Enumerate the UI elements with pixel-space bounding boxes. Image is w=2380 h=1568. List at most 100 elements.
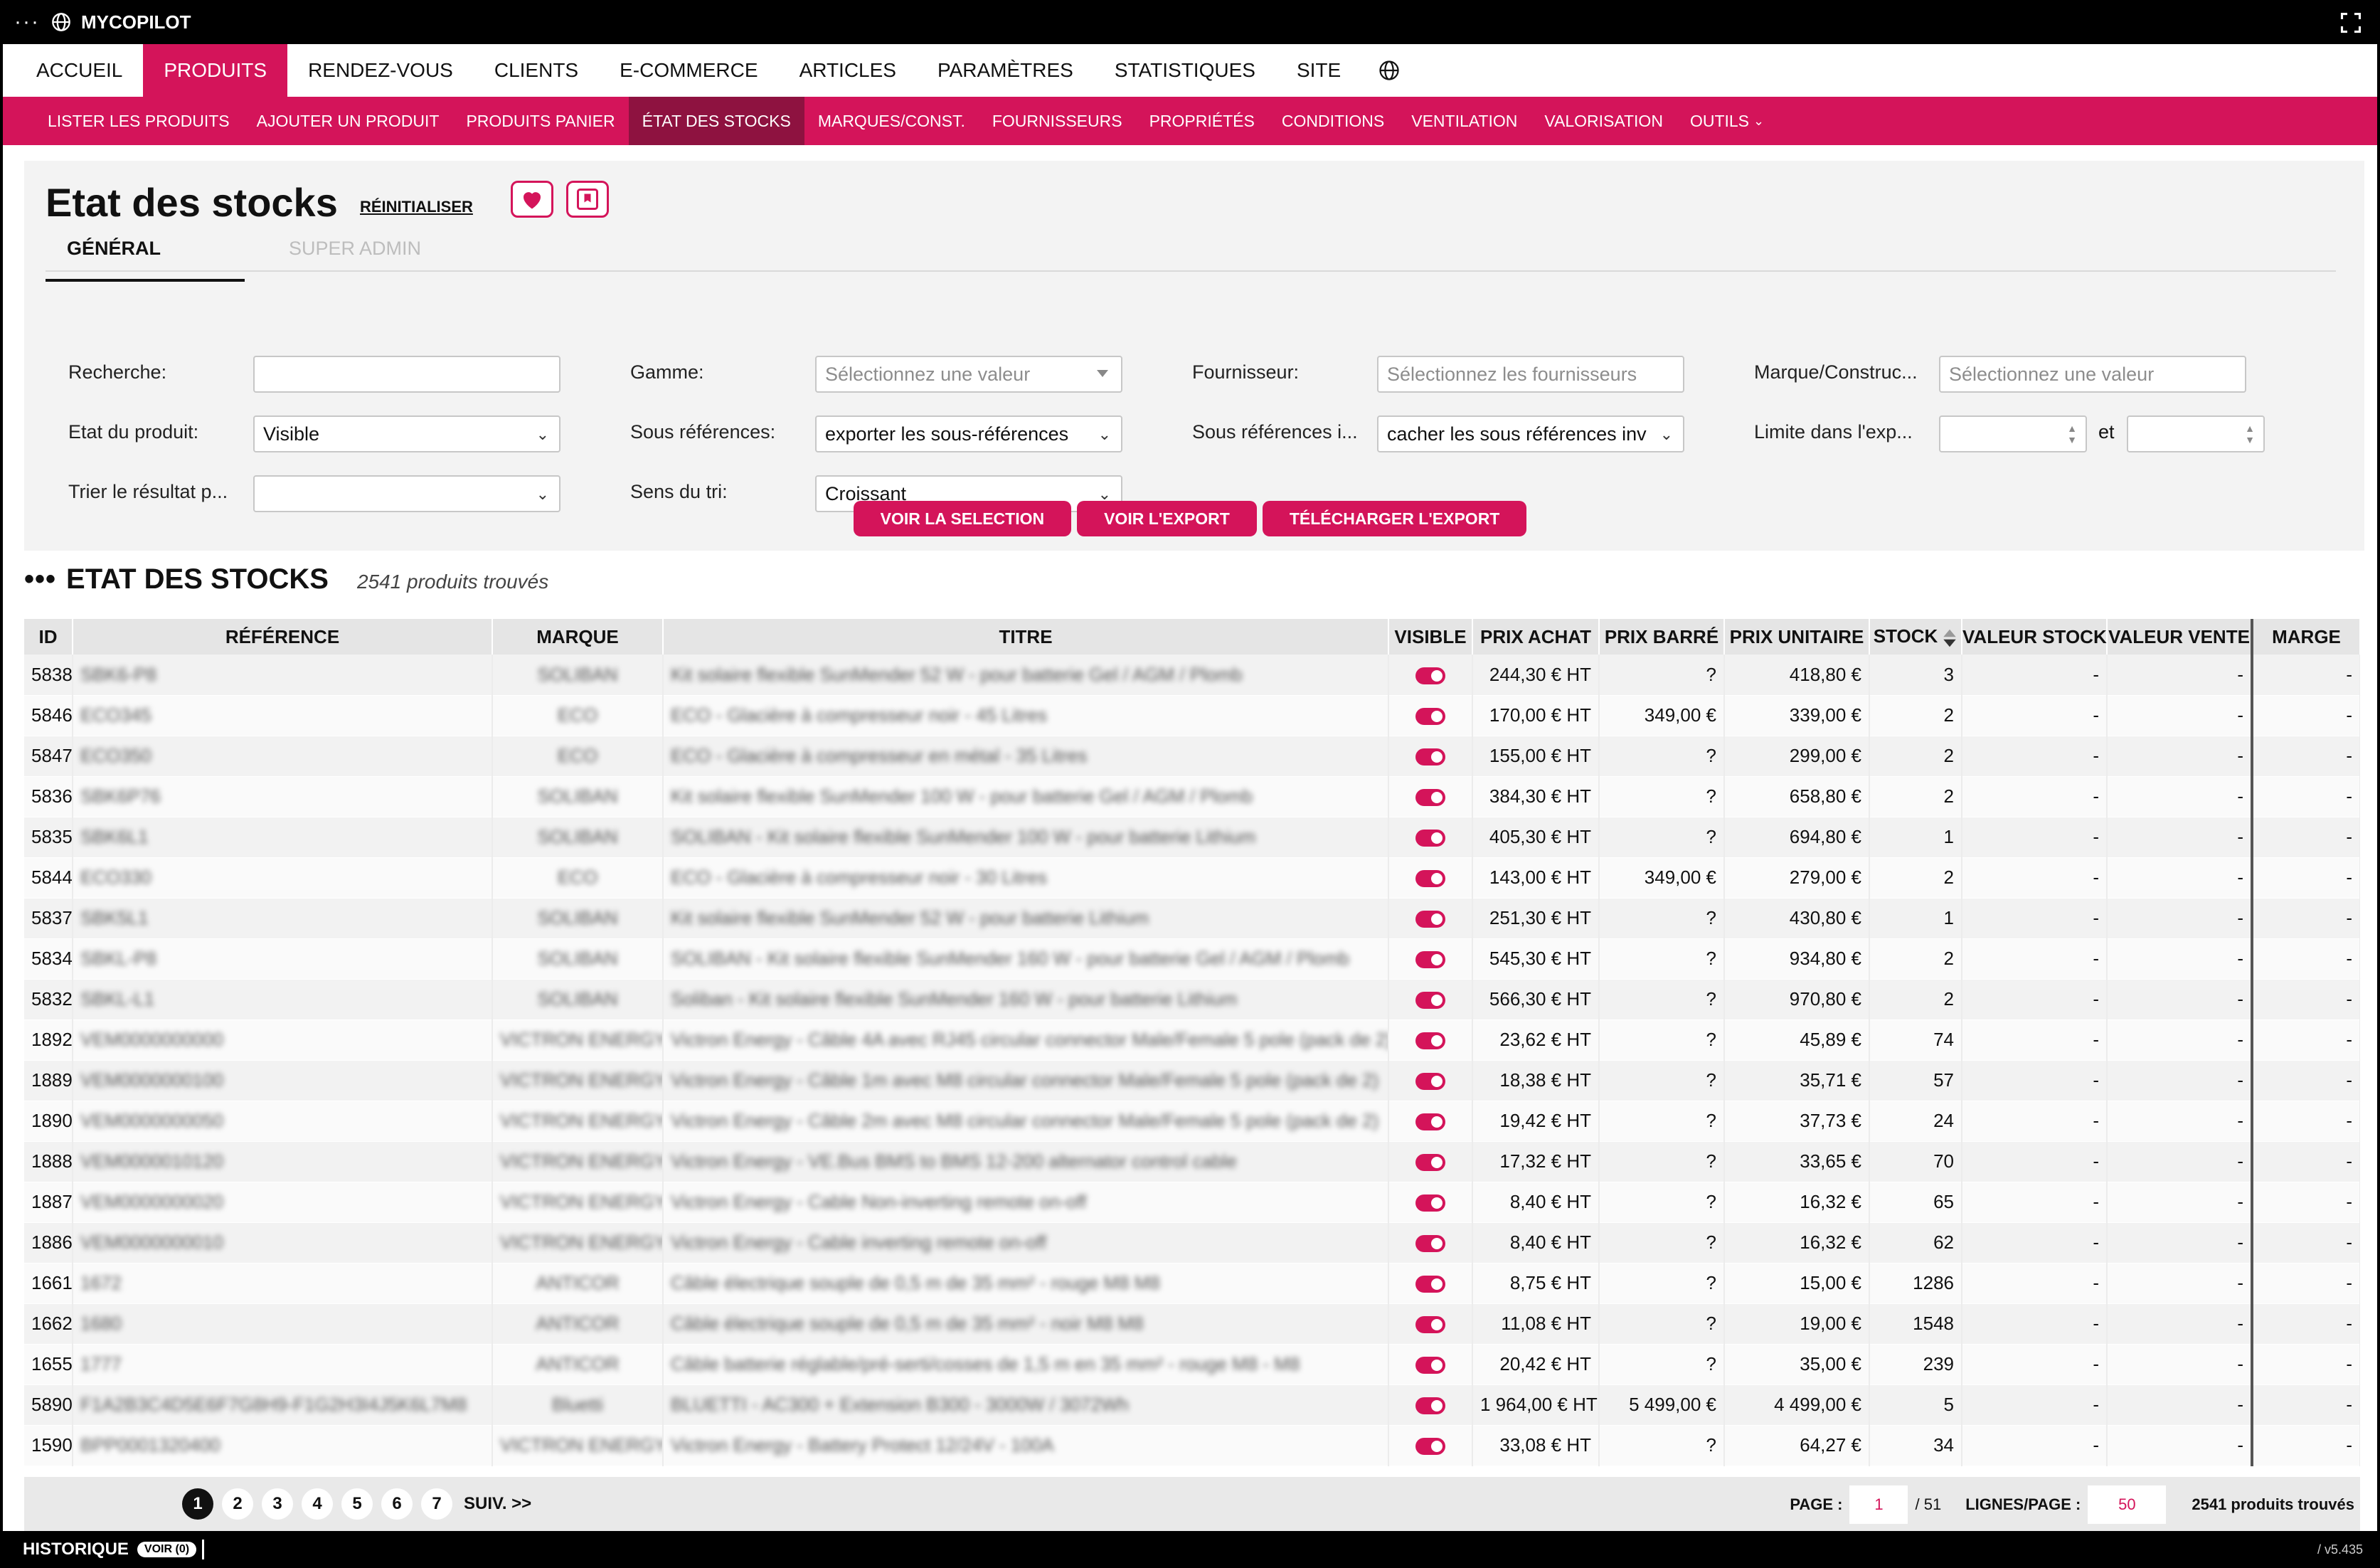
subnav-fournisseurs[interactable]: FOURNISSEURS xyxy=(979,97,1136,145)
page-6-button[interactable]: 6 xyxy=(381,1488,413,1520)
visible-toggle[interactable] xyxy=(1415,1438,1445,1456)
lines-per-page-input[interactable]: 50 xyxy=(2088,1485,2167,1524)
visible-toggle[interactable] xyxy=(1415,1073,1445,1091)
table-row[interactable]: 1887 VEM0000000020 VICTRON ENERGY Victron E… xyxy=(24,1182,2360,1223)
page-2-button[interactable]: 2 xyxy=(222,1488,253,1520)
table-row[interactable]: 5838 SBK6-P8 SOLIBAN Kit solaire flexible S… xyxy=(24,655,2360,696)
visible-toggle[interactable] xyxy=(1415,667,1445,684)
recherche-input[interactable] xyxy=(253,356,561,393)
col-prix-barre[interactable]: PRIX BARRÉ xyxy=(1599,619,1725,655)
table-row[interactable]: 1892 VEM0000000000 VICTRON ENERGY Victron E… xyxy=(24,1019,2360,1061)
voir-selection-button[interactable]: VOIR LA SELECTION xyxy=(853,501,1072,536)
nav-parametres[interactable]: PARAMÈTRES xyxy=(917,44,1094,97)
sousref-select[interactable]: exporter les sous-références ⌄ xyxy=(815,415,1122,452)
nav-articles[interactable]: ARTICLES xyxy=(779,44,917,97)
nav-rendez-vous[interactable]: RENDEZ-VOUS xyxy=(287,44,474,97)
table-row[interactable]: 1889 VEM0000000100 VICTRON ENERGY Victron E… xyxy=(24,1060,2360,1101)
nav-statistiques[interactable]: STATISTIQUES xyxy=(1094,44,1276,97)
visible-toggle[interactable] xyxy=(1415,1235,1445,1253)
subnav-etat-stocks[interactable]: ÉTAT DES STOCKS xyxy=(628,97,804,145)
col-stock[interactable]: STOCK xyxy=(1869,619,1962,655)
visible-toggle[interactable] xyxy=(1415,1316,1445,1334)
subnav-conditions[interactable]: CONDITIONS xyxy=(1268,97,1398,145)
table-row[interactable]: 5835 SBK6L1 SOLIBAN SOLIBAN - Kit solaire f… xyxy=(24,817,2360,858)
table-row[interactable]: 1888 VEM0000010120 VICTRON ENERGY Victron E… xyxy=(24,1141,2360,1182)
visible-toggle[interactable] xyxy=(1415,1194,1445,1212)
table-row[interactable]: 5890 F1A2B3C4D5E6F7G8H9-F1G2H3I4J5K6L7M8 B… xyxy=(24,1384,2360,1426)
page-input[interactable]: 1 xyxy=(1849,1485,1908,1524)
subnav-marques[interactable]: MARQUES/CONST. xyxy=(804,97,979,145)
stepper-icon[interactable]: ▲ ▼ xyxy=(2067,423,2077,445)
table-row[interactable]: 1886 VEM0000000010 VICTRON ENERGY Victron E… xyxy=(24,1222,2360,1264)
language-button[interactable] xyxy=(1361,44,1417,97)
history-voir-button[interactable]: VOIR (0) xyxy=(137,1542,197,1557)
col-reference[interactable]: RÉFÉRENCE xyxy=(73,619,493,655)
telecharger-export-button[interactable]: TÉLÉCHARGER L'EXPORT xyxy=(1262,501,1527,536)
table-row[interactable]: 5837 SBK5L1 SOLIBAN Kit solaire flexible Su… xyxy=(24,898,2360,939)
visible-toggle[interactable] xyxy=(1415,911,1445,928)
table-row[interactable]: 5846 ECO345 ECO ECO - Glacière à compresseu… xyxy=(24,695,2360,736)
limite-max-input[interactable]: ▲ ▼ xyxy=(2127,415,2265,452)
subnav-ventilation[interactable]: VENTILATION xyxy=(1398,97,1531,145)
col-marge[interactable]: MARGE xyxy=(2251,619,2360,655)
table-row[interactable]: 5836 SBK6P76 SOLIBAN Kit solaire flexible S… xyxy=(24,776,2360,817)
table-row[interactable]: 5847 ECO350 ECO ECO - Glacière à compresseu… xyxy=(24,736,2360,777)
table-row[interactable]: 5832 SBKL-L1 SOLIBAN Soliban - Kit solaire … xyxy=(24,979,2360,1020)
subnav-valorisation[interactable]: VALORISATION xyxy=(1531,97,1677,145)
subnav-proprietes[interactable]: PROPRIÉTÉS xyxy=(1136,97,1268,145)
visible-toggle[interactable] xyxy=(1415,789,1445,807)
page-4-button[interactable]: 4 xyxy=(302,1488,333,1520)
voir-export-button[interactable]: VOIR L'EXPORT xyxy=(1077,501,1257,536)
limite-min-input[interactable]: ▲ ▼ xyxy=(1939,415,2087,452)
table-row[interactable]: 5834 SBKL-P8 SOLIBAN SOLIBAN - Kit solaire … xyxy=(24,938,2360,980)
marque-select[interactable]: Sélectionnez une valeur xyxy=(1939,356,2246,393)
visible-toggle[interactable] xyxy=(1415,992,1445,1010)
nav-clients[interactable]: CLIENTS xyxy=(474,44,599,97)
gamme-select[interactable]: Sélectionnez une valeur xyxy=(815,356,1122,393)
visible-toggle[interactable] xyxy=(1415,1154,1445,1172)
stepper-icon[interactable]: ▲ ▼ xyxy=(2245,423,2255,445)
col-visible[interactable]: VISIBLE xyxy=(1388,619,1473,655)
table-row[interactable]: 1661 1672 ANTICOR Câble électrique souple d… xyxy=(24,1263,2360,1304)
page-7-button[interactable]: 7 xyxy=(421,1488,452,1520)
visible-toggle[interactable] xyxy=(1415,1032,1445,1050)
bookmark-button[interactable] xyxy=(566,181,609,218)
subnav-lister-produits[interactable]: LISTER LES PRODUITS xyxy=(34,97,243,145)
next-page-link[interactable]: SUIV. >> xyxy=(464,1494,531,1514)
page-3-button[interactable]: 3 xyxy=(262,1488,293,1520)
col-prix-unitaire[interactable]: PRIX UNITAIRE xyxy=(1724,619,1870,655)
col-titre[interactable]: TITRE xyxy=(663,619,1389,655)
table-row[interactable]: 1890 VEM0000000050 VICTRON ENERGY Victron E… xyxy=(24,1101,2360,1142)
reset-link[interactable]: RÉINITIALISER xyxy=(360,198,473,216)
nav-produits[interactable]: PRODUITS xyxy=(143,44,288,97)
visible-toggle[interactable] xyxy=(1415,708,1445,726)
page-1-button[interactable]: 1 xyxy=(182,1488,213,1520)
nav-e-commerce[interactable]: E-COMMERCE xyxy=(599,44,778,97)
subnav-ajouter-produit[interactable]: AJOUTER UN PRODUIT xyxy=(243,97,453,145)
table-row[interactable]: 5844 ECO330 ECO ECO - Glacière à compresseu… xyxy=(24,857,2360,899)
col-id[interactable]: ID xyxy=(24,619,73,655)
table-row[interactable]: 1590 BPP0001320400 VICTRON ENERGY Victron E… xyxy=(24,1425,2360,1466)
table-row[interactable]: 1662 1680 ANTICOR Câble électrique souple d… xyxy=(24,1303,2360,1345)
col-valeur-stock[interactable]: VALEUR STOCK xyxy=(1962,619,2108,655)
visible-toggle[interactable] xyxy=(1415,1397,1445,1415)
visible-toggle[interactable] xyxy=(1415,748,1445,766)
favorite-button[interactable] xyxy=(511,181,553,218)
table-row[interactable]: 1655 1777 ANTICOR Câble batterie réglable/p… xyxy=(24,1344,2360,1385)
page-5-button[interactable]: 5 xyxy=(341,1488,373,1520)
visible-toggle[interactable] xyxy=(1415,870,1445,888)
fullscreen-icon[interactable] xyxy=(2340,12,2362,33)
visible-toggle[interactable] xyxy=(1415,1113,1445,1131)
menu-dots-icon[interactable]: ··· xyxy=(14,10,40,34)
subnav-outils[interactable]: OUTILS ⌄ xyxy=(1677,97,1778,145)
sousref-inv-select[interactable]: cacher les sous références inv ⌄ xyxy=(1377,415,1684,452)
col-valeur-vente[interactable]: VALEUR VENTE xyxy=(2107,619,2253,655)
tab-super-admin[interactable]: SUPER ADMIN xyxy=(289,238,421,260)
col-marque[interactable]: MARQUE xyxy=(492,619,664,655)
subnav-produits-panier[interactable]: PRODUITS PANIER xyxy=(452,97,628,145)
nav-accueil[interactable]: ACCUEIL xyxy=(16,44,143,97)
visible-toggle[interactable] xyxy=(1415,951,1445,969)
more-dots-icon[interactable]: ••• xyxy=(24,563,56,595)
nav-site[interactable]: SITE xyxy=(1276,44,1361,97)
col-prix-achat[interactable]: PRIX ACHAT xyxy=(1472,619,1600,655)
